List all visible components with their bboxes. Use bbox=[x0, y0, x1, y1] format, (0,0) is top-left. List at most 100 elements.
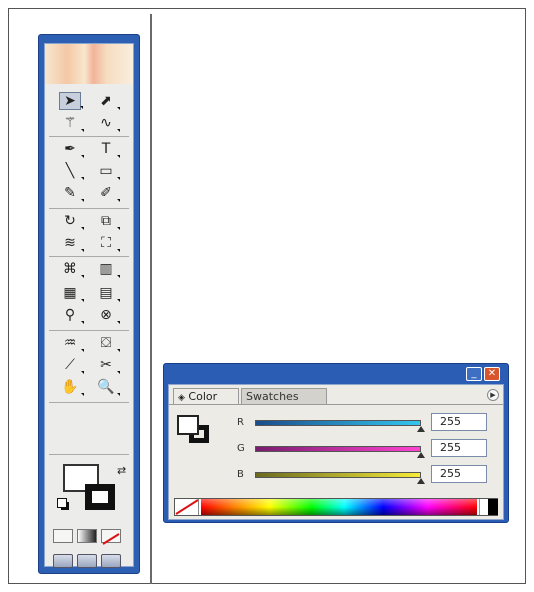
flyout-indicator-icon bbox=[81, 227, 84, 230]
warp-tool-icon[interactable]: ≋ bbox=[59, 234, 84, 252]
zoom-tool-icon[interactable]: 🔍 bbox=[95, 378, 120, 396]
line-segment-tool-icon[interactable]: ╲ bbox=[59, 162, 84, 180]
flyout-indicator-icon bbox=[117, 275, 120, 278]
channel-slider-thumb[interactable] bbox=[417, 426, 425, 432]
channel-slider-thumb[interactable] bbox=[417, 478, 425, 484]
tools-separator bbox=[49, 208, 129, 209]
flyout-indicator-icon bbox=[117, 155, 120, 158]
rectangle-tool-icon[interactable]: ▭ bbox=[95, 162, 120, 180]
flyout-indicator-icon bbox=[81, 349, 84, 352]
channel-label-g: G bbox=[237, 443, 245, 454]
flyout-indicator-icon bbox=[81, 129, 84, 132]
none-mode-button[interactable] bbox=[101, 529, 121, 545]
stroke-color-swatch[interactable] bbox=[85, 484, 115, 510]
tab-swatches-label: Swatches bbox=[246, 390, 299, 403]
gradient-mode-button[interactable] bbox=[77, 529, 97, 543]
flyout-indicator-icon bbox=[81, 199, 84, 202]
channel-value-field-r[interactable]: 255 bbox=[431, 413, 487, 431]
swap-fill-stroke-icon[interactable]: ⇄ bbox=[117, 464, 126, 477]
flyout-indicator-icon bbox=[117, 107, 120, 110]
tools-palette-body: ➤ ⬈ ⚚ ∿ ✒ T ╲ ▭ ✎ ✐ ↻ ⧉ ≋ ⛶ ⌘ ▥ ▦ ▤ ⚲ ⊗ ♒ ⛋ ⟋ ✂ ✋ 🔍 ⇄ bbox=[44, 43, 134, 568]
channel-slider-thumb[interactable] bbox=[417, 452, 425, 458]
default-fill-stroke-icon[interactable] bbox=[57, 498, 69, 510]
channel-slider-r[interactable] bbox=[255, 420, 421, 426]
flyout-indicator-icon bbox=[117, 393, 120, 396]
mesh-tool-icon[interactable]: ▦ bbox=[59, 284, 84, 302]
flyout-indicator-icon bbox=[117, 321, 120, 324]
panel-fill-swatch[interactable] bbox=[177, 415, 199, 435]
flyout-indicator-icon bbox=[81, 299, 84, 302]
tab-color-icon: ◈ bbox=[178, 393, 185, 403]
flyout-indicator-icon bbox=[81, 371, 84, 374]
flyout-indicator-icon bbox=[81, 249, 84, 252]
tools-separator bbox=[49, 136, 129, 137]
color-panel: _ ✕ ◈ Color Swatches ▶ R 255 G 255 B 255 bbox=[163, 363, 509, 523]
flyout-indicator-icon bbox=[117, 199, 120, 202]
channel-label-r: R bbox=[237, 417, 244, 428]
tab-color-label: Color bbox=[188, 390, 218, 403]
symbol-sprayer-tool-icon[interactable]: ⌘ bbox=[59, 260, 84, 278]
pen-tool-icon[interactable]: ✒ bbox=[59, 140, 84, 158]
tools-separator bbox=[49, 330, 129, 331]
black-swatch[interactable] bbox=[488, 499, 498, 515]
tab-divider bbox=[169, 404, 503, 405]
channel-value-field-g[interactable]: 255 bbox=[431, 439, 487, 457]
spectrum-ramp[interactable] bbox=[201, 499, 477, 515]
color-panel-body: ◈ Color Swatches ▶ R 255 G 255 B 255 bbox=[168, 384, 504, 520]
scale-tool-icon[interactable]: ⧉ bbox=[95, 212, 120, 230]
flyout-indicator-icon bbox=[81, 177, 84, 180]
slice-tool-icon[interactable]: ⟋ bbox=[59, 356, 84, 374]
live-paint-selection-tool-icon[interactable]: ⛋ bbox=[95, 334, 120, 352]
flyout-indicator-icon bbox=[117, 371, 120, 374]
free-transform-tool-icon[interactable]: ⛶ bbox=[95, 234, 120, 252]
minimize-button[interactable]: _ bbox=[466, 367, 482, 381]
rotate-tool-icon[interactable]: ↻ bbox=[59, 212, 84, 230]
full-screen-menu-mode-button[interactable] bbox=[77, 554, 97, 568]
close-button[interactable]: ✕ bbox=[484, 367, 500, 381]
channel-value-field-b[interactable]: 255 bbox=[431, 465, 487, 483]
tools-separator bbox=[49, 454, 129, 455]
separator-line bbox=[150, 14, 152, 584]
tools-separator bbox=[49, 256, 129, 257]
flyout-indicator-icon bbox=[117, 349, 120, 352]
tools-separator bbox=[49, 402, 129, 403]
hand-tool-icon[interactable]: ✋ bbox=[59, 378, 84, 396]
type-tool-icon[interactable]: T bbox=[95, 140, 120, 158]
flyout-indicator-icon bbox=[117, 299, 120, 302]
tab-swatches[interactable]: Swatches bbox=[241, 388, 327, 404]
pencil-tool-icon[interactable]: ✐ bbox=[95, 184, 120, 202]
magic-wand-tool-icon[interactable]: ⚚ bbox=[59, 114, 84, 132]
gradient-tool-icon[interactable]: ▤ bbox=[95, 284, 120, 302]
eyedropper-tool-icon[interactable]: ⚲ bbox=[59, 306, 84, 324]
scissors-tool-icon[interactable]: ✂ bbox=[95, 356, 120, 374]
none-color-swatch[interactable] bbox=[175, 499, 199, 515]
flyout-indicator-icon bbox=[81, 321, 84, 324]
flyout-indicator-icon bbox=[117, 227, 120, 230]
flyout-indicator-icon bbox=[81, 155, 84, 158]
color-spectrum-bar[interactable] bbox=[174, 498, 498, 516]
tab-color[interactable]: ◈ Color bbox=[173, 388, 239, 404]
direct-selection-tool-icon[interactable]: ⬈ bbox=[95, 92, 120, 110]
flyout-indicator-icon bbox=[81, 393, 84, 396]
tools-palette: ➤ ⬈ ⚚ ∿ ✒ T ╲ ▭ ✎ ✐ ↻ ⧉ ≋ ⛶ ⌘ ▥ ▦ ▤ ⚲ ⊗ ♒ ⛋ ⟋ ✂ ✋ 🔍 ⇄ bbox=[38, 34, 140, 574]
lasso-tool-icon[interactable]: ∿ bbox=[95, 114, 120, 132]
column-graph-tool-icon[interactable]: ▥ bbox=[95, 260, 120, 278]
color-mode-button[interactable] bbox=[53, 529, 73, 543]
paintbrush-tool-icon[interactable]: ✎ bbox=[59, 184, 84, 202]
blend-tool-icon[interactable]: ⊗ bbox=[95, 306, 120, 324]
channel-slider-b[interactable] bbox=[255, 472, 421, 478]
channel-slider-g[interactable] bbox=[255, 446, 421, 452]
standard-screen-mode-button[interactable] bbox=[53, 554, 73, 568]
flyout-indicator-icon bbox=[81, 275, 84, 278]
flyout-indicator-icon bbox=[117, 129, 120, 132]
flyout-indicator-icon bbox=[117, 177, 120, 180]
flyout-indicator-icon bbox=[80, 106, 83, 109]
flyout-indicator-icon bbox=[117, 249, 120, 252]
panel-menu-icon[interactable]: ▶ bbox=[487, 389, 499, 401]
live-paint-bucket-tool-icon[interactable]: ♒ bbox=[59, 334, 84, 352]
color-panel-titlebar[interactable]: _ ✕ bbox=[164, 364, 508, 384]
channel-label-b: B bbox=[237, 469, 244, 480]
selection-tool-icon[interactable]: ➤ bbox=[59, 92, 83, 110]
tools-palette-header-image bbox=[45, 44, 133, 84]
full-screen-mode-button[interactable] bbox=[101, 554, 121, 568]
